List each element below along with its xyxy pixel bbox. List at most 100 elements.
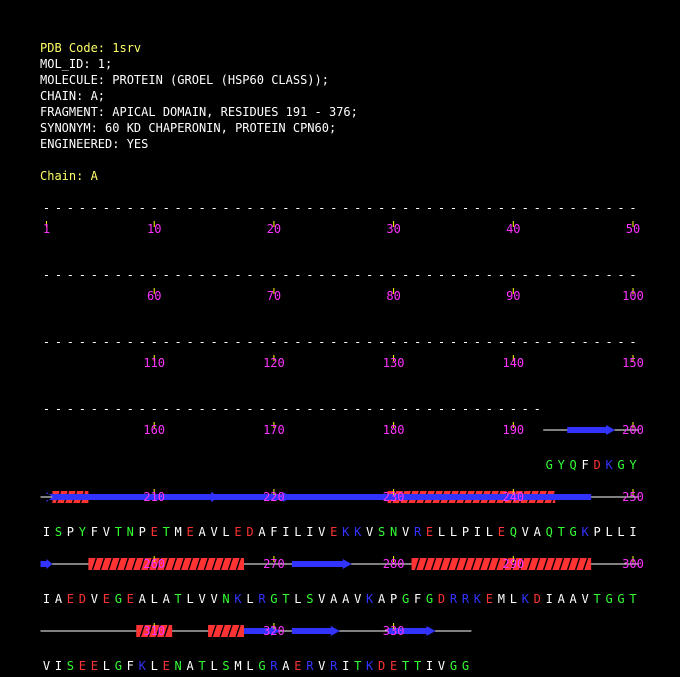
residue-letter: V	[103, 525, 110, 539]
gap-dash: -	[282, 268, 289, 282]
gap-dash: -	[79, 201, 86, 215]
residue-letter: M	[234, 659, 241, 673]
gap-dash: -	[522, 402, 529, 416]
gap-dash: -	[342, 335, 349, 349]
gap-dash: -	[366, 201, 373, 215]
gap-dash: -	[43, 402, 50, 416]
residue-letter: E	[67, 592, 74, 606]
gap-dash: -	[246, 268, 253, 282]
gap-dash: -	[354, 268, 361, 282]
residue-letter: I	[629, 525, 636, 539]
residue-letter: G	[546, 458, 553, 472]
residue-letter: I	[55, 659, 62, 673]
residue-letter: L	[151, 592, 158, 606]
residue-number: 70	[267, 289, 281, 303]
residue-letter: L	[486, 525, 493, 539]
gap-dash: -	[426, 335, 433, 349]
gap-dash: -	[222, 268, 229, 282]
residue-number: 160	[143, 423, 165, 437]
residue-letter: A	[163, 592, 171, 606]
residue-letter: N	[175, 659, 182, 673]
gap-dash: -	[294, 201, 301, 215]
residue-letter: V	[210, 592, 217, 606]
residue-letter: D	[378, 659, 385, 673]
residue-letter: E	[79, 659, 86, 673]
residue-number: 150	[622, 356, 644, 370]
gap-dash: -	[582, 201, 589, 215]
gap-dash: -	[486, 268, 493, 282]
gap-dash: -	[414, 201, 421, 215]
gap-dash: -	[258, 268, 265, 282]
residue-letter: D	[438, 592, 445, 606]
residue-number: 310	[143, 624, 165, 638]
gap-dash: -	[582, 335, 589, 349]
gap-dash: -	[258, 402, 265, 416]
residue-letter: F	[270, 525, 277, 539]
gap-dash: -	[43, 268, 50, 282]
gap-dash: -	[546, 335, 553, 349]
gap-dash: -	[534, 335, 541, 349]
residue-letter: G	[617, 458, 624, 472]
residue-letter: T	[402, 659, 409, 673]
strand-arrow	[40, 559, 53, 569]
gap-dash: -	[474, 201, 481, 215]
residue-letter: S	[67, 659, 74, 673]
residue-letter: E	[498, 525, 505, 539]
residue-letter: E	[294, 659, 301, 673]
gap-dash: -	[210, 335, 217, 349]
gap-dash: -	[306, 201, 313, 215]
gap-dash: -	[414, 402, 421, 416]
residue-number: 280	[383, 557, 405, 571]
residue-number: 220	[263, 490, 285, 504]
residue-letter: N	[127, 525, 134, 539]
gap-dash: -	[510, 402, 517, 416]
residue-letter: A	[282, 659, 290, 673]
gap-dash: -	[450, 201, 457, 215]
residue-number: 140	[502, 356, 524, 370]
gap-dash: -	[522, 268, 529, 282]
gap-dash: -	[318, 268, 325, 282]
residue-letter: T	[175, 592, 182, 606]
residue-letter: L	[151, 659, 158, 673]
gap-dash: -	[438, 201, 445, 215]
residue-letter: I	[474, 525, 481, 539]
strand-arrow	[291, 626, 340, 636]
gap-dash: -	[450, 268, 457, 282]
gap-dash: -	[378, 402, 385, 416]
residue-letter: I	[43, 525, 50, 539]
gap-dash: -	[342, 268, 349, 282]
gap-dash: -	[605, 268, 612, 282]
residue-letter: V	[402, 525, 409, 539]
gap-dash: -	[91, 201, 98, 215]
gap-dash: -	[91, 402, 98, 416]
residue-number: 120	[263, 356, 285, 370]
residue-letter: K	[139, 659, 147, 673]
residue-letter: G	[115, 592, 122, 606]
residue-letter: A	[330, 592, 338, 606]
gap-dash: -	[55, 335, 62, 349]
residue-letter: E	[151, 525, 158, 539]
residue-letter: N	[390, 525, 397, 539]
residue-letter: V	[582, 592, 589, 606]
gap-dash: -	[462, 268, 469, 282]
gap-dash: -	[390, 268, 397, 282]
residue-letter: P	[593, 525, 600, 539]
gap-dash: -	[426, 402, 433, 416]
gap-dash: -	[163, 402, 170, 416]
residue-number: 90	[506, 289, 520, 303]
residue-number: 230	[383, 490, 405, 504]
residue-letter: V	[91, 592, 98, 606]
residue-letter: A	[258, 525, 266, 539]
residue-letter: G	[258, 659, 265, 673]
residue-letter: E	[486, 592, 493, 606]
gap-dash: -	[282, 201, 289, 215]
residue-number: 260	[143, 557, 165, 571]
residue-letter: A	[378, 592, 386, 606]
residue-number: 80	[386, 289, 400, 303]
gap-dash: -	[103, 335, 110, 349]
gap-dash: -	[414, 335, 421, 349]
gap-dash: -	[151, 201, 158, 215]
gap-dash: -	[43, 335, 50, 349]
gap-dash: -	[139, 201, 146, 215]
residue-letter: P	[390, 592, 397, 606]
